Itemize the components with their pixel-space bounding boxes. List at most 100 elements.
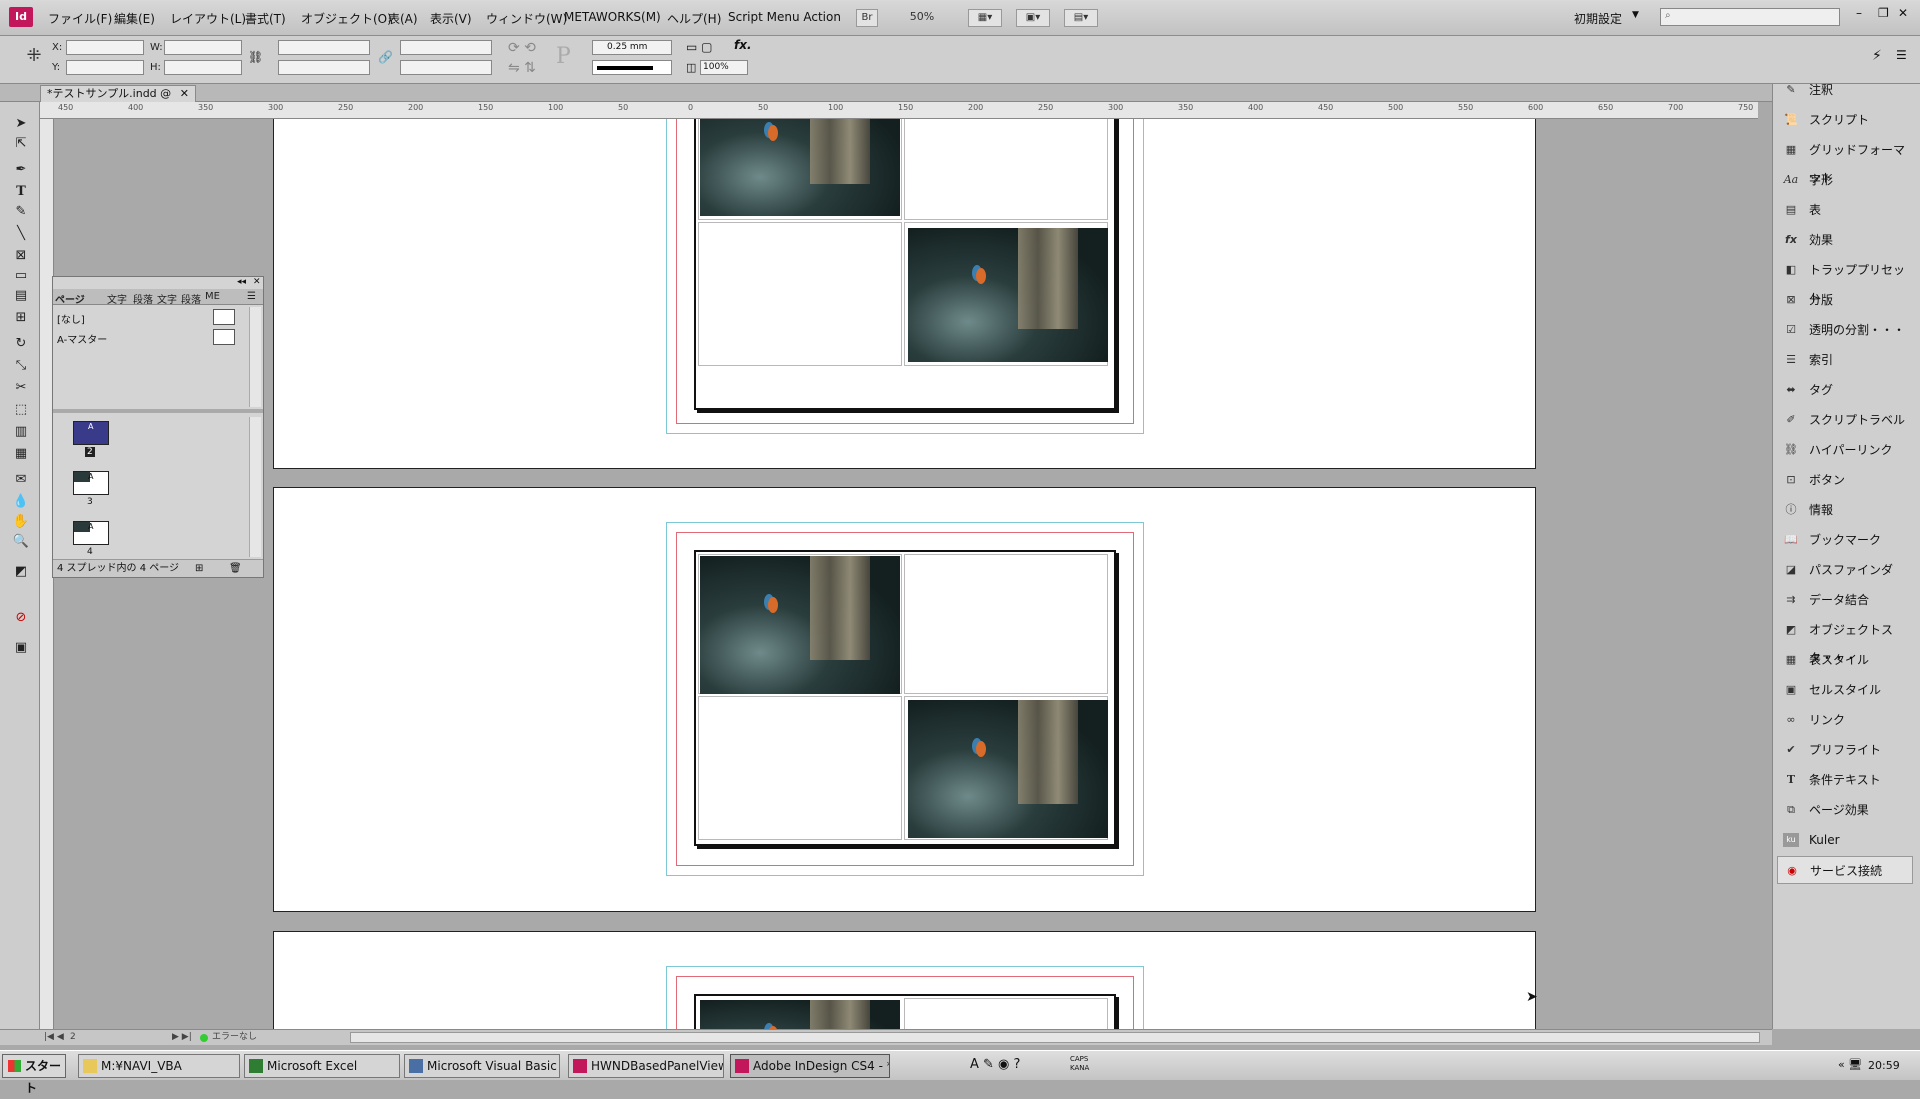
trash-icon[interactable]: 🗑: [229, 560, 242, 577]
menu-window[interactable]: ウィンドウ(W): [486, 10, 567, 27]
panel-glyphs[interactable]: Aa 字形: [1777, 166, 1913, 194]
scale-y-field[interactable]: [278, 60, 370, 75]
effects-icon[interactable]: fx.: [734, 38, 752, 52]
apply-none-icon[interactable]: ⊘: [10, 608, 32, 628]
scale-x-field[interactable]: [278, 40, 370, 55]
tab-paragraph[interactable]: 段落: [133, 291, 153, 306]
scrollbar[interactable]: [249, 417, 261, 557]
gradient-tool-icon[interactable]: ▥: [10, 422, 32, 442]
page-thumbnail[interactable]: A: [73, 521, 109, 545]
page-spread-3[interactable]: [273, 931, 1536, 1029]
scrollbar[interactable]: [249, 307, 261, 407]
horizontal-ruler[interactable]: 450 400 350 300 250 200 150 100 50 0 50 …: [40, 102, 1758, 119]
menu-edit[interactable]: 編集(E): [114, 10, 155, 27]
pasteboard[interactable]: ➤: [54, 119, 1758, 1029]
table-cell[interactable]: [698, 696, 902, 840]
panel-hyperlinks[interactable]: ⛓ ハイパーリンク: [1777, 436, 1913, 464]
menu-view[interactable]: 表示(V): [430, 10, 472, 27]
scale-tool-icon[interactable]: ⤡: [10, 356, 32, 376]
rotation-field[interactable]: [400, 40, 492, 55]
menu-file[interactable]: ファイル(F): [48, 10, 112, 27]
free-transform-tool-icon[interactable]: ⬚: [10, 400, 32, 420]
table-cell[interactable]: [904, 998, 1108, 1029]
constrain-proportions-icon[interactable]: ⛓: [248, 50, 263, 64]
panel-tags[interactable]: ⬌ タグ: [1777, 376, 1913, 404]
tab-pages[interactable]: ページ: [55, 291, 85, 306]
panel-flattener[interactable]: ☑ 透明の分割・・・: [1777, 316, 1913, 344]
panel-kuler[interactable]: ku Kuler: [1777, 826, 1913, 854]
x-field[interactable]: [66, 40, 144, 55]
shear-field[interactable]: [400, 60, 492, 75]
tray-icons[interactable]: « 🖥: [1838, 1058, 1862, 1071]
link-icon[interactable]: 🔗: [378, 50, 393, 64]
tab-character-styles[interactable]: 文字: [157, 291, 177, 306]
reference-point-icon[interactable]: ⁜: [22, 44, 46, 68]
panel-grid-format[interactable]: ▦ グリッドフォーマット: [1777, 136, 1913, 185]
panel-pathfinder[interactable]: ◪ パスファインダ: [1777, 556, 1913, 584]
search-input[interactable]: ⌕: [1660, 8, 1840, 26]
hand-tool-icon[interactable]: ✋: [10, 512, 32, 532]
panel-page-transitions[interactable]: ⧉ ページ効果: [1777, 796, 1913, 824]
master-thumbnail[interactable]: [213, 329, 235, 345]
panel-menu-icon[interactable]: ☰: [1896, 48, 1907, 62]
page-spread-1[interactable]: [273, 119, 1536, 469]
task-hwnd-panel[interactable]: HWNDBasedPanelView ...: [568, 1054, 724, 1078]
wrap-icon[interactable]: ▭ ▢: [686, 40, 713, 54]
panel-notes[interactable]: ✎ 注釈: [1777, 76, 1913, 104]
page-spread-2[interactable]: [273, 487, 1536, 912]
chevron-down-icon[interactable]: ▼: [1632, 10, 1639, 20]
line-tool-icon[interactable]: ╲: [10, 224, 32, 244]
panel-separations[interactable]: ⊠ 分版: [1777, 286, 1913, 314]
panel-table[interactable]: ▤ 表: [1777, 196, 1913, 224]
view-options-icon[interactable]: ▦▾: [968, 9, 1002, 27]
horizontal-scrollbar[interactable]: [350, 1032, 1760, 1043]
table-frame[interactable]: [694, 550, 1116, 846]
screen-mode-icon[interactable]: ▣▾: [1016, 9, 1050, 27]
rectangle-tool-icon[interactable]: ▭: [10, 266, 32, 286]
menu-type[interactable]: 書式(T): [245, 10, 286, 27]
menu-table[interactable]: 表(A): [388, 10, 418, 27]
stroke-type-select[interactable]: [592, 60, 672, 75]
page-thumbnail[interactable]: A: [73, 471, 109, 495]
new-page-icon[interactable]: ⊞: [195, 560, 203, 577]
menu-help[interactable]: ヘルプ(H): [667, 10, 721, 27]
zoom-tool-icon[interactable]: 🔍: [10, 532, 32, 552]
panel-info[interactable]: ⓘ 情報: [1777, 496, 1913, 524]
height-field[interactable]: [164, 60, 242, 75]
panel-script-label[interactable]: ✐ スクリプトラベル: [1777, 406, 1913, 434]
panel-effects[interactable]: fx 効果: [1777, 226, 1913, 254]
panel-object-styles[interactable]: ◩ オブジェクトスタ・・・: [1777, 616, 1913, 665]
panel-conditional-text[interactable]: T 条件テキスト: [1777, 766, 1913, 794]
panel-preflight[interactable]: ✔ プリフライト: [1777, 736, 1913, 764]
panel-index[interactable]: ☰ 索引: [1777, 346, 1913, 374]
ime-icons[interactable]: A ✎ ◉ ?: [970, 1057, 1020, 1072]
indesign-logo-icon[interactable]: Id: [9, 7, 33, 27]
frame-grid-tool-icon[interactable]: ▤: [10, 286, 32, 306]
zoom-select[interactable]: 50%: [898, 9, 946, 27]
table-frame[interactable]: [694, 119, 1116, 410]
close-icon[interactable]: ✕: [1898, 6, 1908, 20]
kingfisher-photo[interactable]: [700, 1000, 900, 1029]
panel-cell-styles[interactable]: ▣ セルスタイル: [1777, 676, 1913, 704]
flip-icon[interactable]: ⇋ ⇅: [508, 60, 536, 76]
gradient-feather-tool-icon[interactable]: ▦: [10, 444, 32, 464]
menu-metaworks[interactable]: METAWORKS(M): [564, 10, 661, 24]
rotate-tool-icon[interactable]: ↻: [10, 334, 32, 354]
close-icon[interactable]: ✕: [180, 86, 189, 101]
y-field[interactable]: [66, 60, 144, 75]
panel-trap-presets[interactable]: ◧ トラッププリセット: [1777, 256, 1913, 305]
table-cell[interactable]: [904, 119, 1108, 220]
panel-scripts[interactable]: 📜 スクリプト: [1777, 106, 1913, 134]
direct-selection-tool-icon[interactable]: ⇱: [10, 134, 32, 154]
kingfisher-photo[interactable]: [908, 228, 1108, 362]
note-tool-icon[interactable]: ✉: [10, 470, 32, 490]
restore-icon[interactable]: ❐: [1878, 6, 1889, 20]
stroke-weight-field[interactable]: 0.25 mm: [592, 40, 672, 55]
table-frame[interactable]: [694, 994, 1116, 1029]
panel-table-styles[interactable]: ▦ 表スタイル: [1777, 646, 1913, 674]
minimize-icon[interactable]: –: [1856, 6, 1862, 20]
fill-stroke-icon[interactable]: ◩: [10, 562, 32, 582]
width-field[interactable]: [164, 40, 242, 55]
panel-buttons[interactable]: ⊡ ボタン: [1777, 466, 1913, 494]
panel-connections[interactable]: ◉ サービス接続: [1777, 856, 1913, 884]
